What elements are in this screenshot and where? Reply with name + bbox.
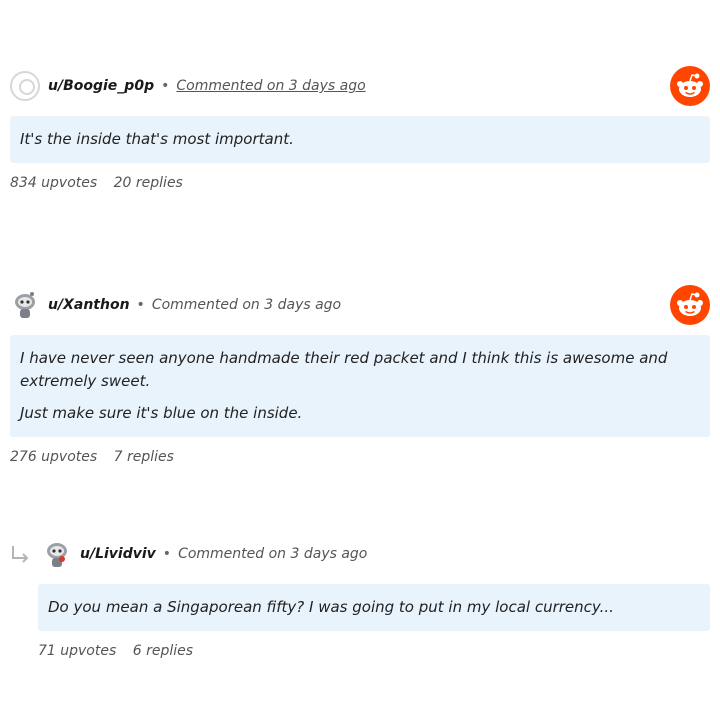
comment-body: I have never seen anyone handmade their … [10,335,710,437]
upvote-count[interactable]: 834 upvotes [10,175,97,191]
reddit-logo-icon[interactable] [670,285,710,325]
comment-stats: 834 upvotes 20 replies [10,175,710,191]
comment-header: u/Boogie_p0p • Commented on 3 days ago [10,66,710,106]
comment-text: Do you mean a Singaporean fifty? I was g… [48,598,614,616]
separator-dot: • [136,297,145,313]
comment-body: Do you mean a Singaporean fifty? I was g… [38,584,710,631]
comment-timestamp[interactable]: Commented on 3 days ago [178,546,367,562]
upvote-count[interactable]: 276 upvotes [10,449,97,465]
reply-arrow-icon [10,542,32,566]
comment-text: I have never seen anyone handmade their … [20,349,668,390]
comment-card: u/Boogie_p0p • Commented on 3 days ago I… [10,66,710,191]
comment-author[interactable]: u/Boogie_p0p [48,78,154,94]
comment-text: It's the inside that's most important. [20,130,294,148]
comment-body: It's the inside that's most important. [10,116,710,163]
comment-stats: 71 upvotes 6 replies [38,643,710,659]
comment-header: u/Xanthon • Commented on 3 days ago [10,285,710,325]
comment-text: Just make sure it's blue on the inside. [20,404,303,422]
avatar-icon[interactable] [10,71,40,101]
separator-dot: • [161,78,170,94]
reply-comment-card: u/Lividviv • Commented on 3 days ago Do … [10,534,710,659]
comment-header: u/Lividviv • Commented on 3 days ago [10,534,710,574]
comment-card: u/Xanthon • Commented on 3 days ago I ha… [10,285,710,465]
separator-dot: • [162,546,172,562]
reply-count[interactable]: 7 replies [114,449,174,465]
comment-timestamp[interactable]: Commented on 3 days ago [152,297,341,313]
comment-stats: 276 upvotes 7 replies [10,449,710,465]
comment-timestamp[interactable]: Commented on 3 days ago [176,78,365,94]
upvote-count[interactable]: 71 upvotes [38,643,116,659]
comment-author[interactable]: u/Lividviv [80,546,156,562]
reply-count[interactable]: 20 replies [114,175,183,191]
reddit-logo-icon[interactable] [670,66,710,106]
reply-count[interactable]: 6 replies [133,643,193,659]
snoo-avatar-icon[interactable] [42,539,72,569]
snoo-avatar-icon[interactable] [10,290,40,320]
comment-author[interactable]: u/Xanthon [48,297,130,313]
